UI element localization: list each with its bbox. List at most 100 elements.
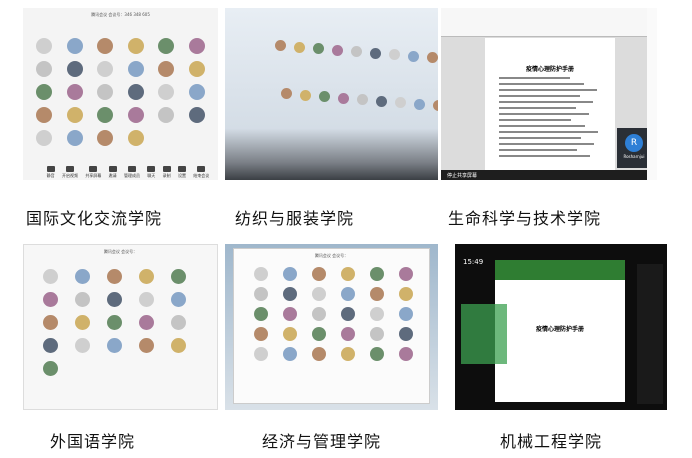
participant-tile[interactable]	[246, 347, 275, 363]
toolbar-label: 聊天	[147, 172, 156, 178]
participant-tile[interactable]	[275, 307, 304, 323]
participant-tile[interactable]	[121, 130, 152, 148]
participant-tile[interactable]	[130, 338, 162, 355]
participant-tile[interactable]	[130, 292, 162, 309]
participant-tile[interactable]	[246, 327, 275, 343]
participant-tile[interactable]	[29, 107, 60, 125]
participant-tile[interactable]	[60, 38, 91, 56]
participant-tile[interactable]	[34, 269, 66, 286]
participant-tile[interactable]	[304, 267, 333, 283]
participant-tile[interactable]	[304, 287, 333, 303]
participant-tile[interactable]	[130, 269, 162, 286]
toolbar-button[interactable]: 录制	[162, 165, 171, 179]
participant-tile[interactable]	[246, 307, 275, 323]
participant-tile[interactable]	[29, 61, 60, 79]
toolbar-button[interactable]: 管理成员	[124, 165, 140, 179]
participant-tile[interactable]	[98, 338, 130, 355]
toolbar-button[interactable]: 结束会议	[193, 165, 209, 179]
participant-tile[interactable]	[363, 307, 392, 323]
participant-tile[interactable]	[275, 267, 304, 283]
participant-tile[interactable]	[246, 267, 275, 283]
toolbar-button[interactable]: 静音	[46, 165, 55, 179]
participant-tile[interactable]	[182, 38, 213, 56]
participant-tile[interactable]	[182, 84, 213, 102]
participant-tile[interactable]	[34, 338, 66, 355]
participant-tile[interactable]	[363, 267, 392, 283]
participant-tile[interactable]	[66, 269, 98, 286]
participant-tile[interactable]	[29, 84, 60, 102]
participant-tile[interactable]	[90, 107, 121, 125]
participant-tile[interactable]	[34, 361, 66, 378]
participant-tile[interactable]	[333, 267, 362, 283]
participant-tile[interactable]	[121, 107, 152, 125]
participant-tile[interactable]	[392, 327, 421, 343]
participant-tile[interactable]	[34, 315, 66, 332]
participant-tile[interactable]	[182, 107, 213, 125]
participant-avatar	[370, 327, 385, 341]
participant-tile[interactable]	[29, 130, 60, 148]
toolbar-button[interactable]: 开启视频	[62, 165, 78, 179]
participant-tile[interactable]	[66, 315, 98, 332]
participant-tile[interactable]	[29, 38, 60, 56]
participant-tile[interactable]	[333, 347, 362, 363]
participant-tile[interactable]	[98, 269, 130, 286]
participant-tile[interactable]	[392, 347, 421, 363]
participant-tile[interactable]	[246, 287, 275, 303]
participant-tile[interactable]	[90, 130, 121, 148]
participant-tile[interactable]	[333, 287, 362, 303]
participant-tile[interactable]	[60, 107, 91, 125]
participant-avatar	[106, 315, 122, 330]
participant-tile[interactable]	[151, 107, 182, 125]
toolbar-icon	[46, 165, 55, 172]
participant-tile[interactable]	[66, 338, 98, 355]
participant-tile[interactable]	[392, 267, 421, 283]
participant-tile[interactable]	[162, 338, 194, 355]
participant-tile[interactable]	[392, 287, 421, 303]
participant-tile[interactable]	[121, 38, 152, 56]
participant-tile[interactable]	[275, 347, 304, 363]
participant-tile[interactable]	[121, 84, 152, 102]
participant-avatar	[97, 38, 114, 54]
participant-tile[interactable]	[333, 307, 362, 323]
participant-tile[interactable]	[121, 61, 152, 79]
participant-tile[interactable]	[275, 327, 304, 343]
participant-tile[interactable]	[363, 327, 392, 343]
participant-tile[interactable]	[363, 347, 392, 363]
participant-tile[interactable]	[130, 315, 162, 332]
participant-tile[interactable]	[151, 38, 182, 56]
participant-tile[interactable]	[162, 315, 194, 332]
participant-tile[interactable]	[151, 61, 182, 79]
participant-tile[interactable]	[34, 292, 66, 309]
participant-avatar	[311, 307, 326, 321]
participant-tile[interactable]	[363, 287, 392, 303]
participant-tile[interactable]	[392, 307, 421, 323]
participant-tile[interactable]	[182, 61, 213, 79]
participant-tile[interactable]	[90, 61, 121, 79]
participant-tile[interactable]	[90, 38, 121, 56]
toolbar-button[interactable]: 设置	[177, 165, 186, 179]
participant-tile[interactable]	[304, 307, 333, 323]
participant-tile[interactable]	[60, 130, 91, 148]
participant-tile[interactable]	[66, 292, 98, 309]
participant-tile[interactable]	[333, 327, 362, 343]
participant-grid	[29, 38, 212, 148]
participant-avatar	[97, 107, 114, 123]
participant-tile[interactable]	[304, 327, 333, 343]
participant-tile[interactable]	[304, 347, 333, 363]
toolbar-button[interactable]: 聊天	[147, 165, 156, 179]
participant-tile[interactable]	[60, 61, 91, 79]
participant-avatar	[253, 327, 268, 341]
participant-tile[interactable]	[162, 269, 194, 286]
toolbar-label: 静音	[46, 172, 55, 178]
participant-avatar	[158, 61, 175, 77]
participant-tile[interactable]	[60, 84, 91, 102]
participant-tile[interactable]	[90, 84, 121, 102]
stop-share-text[interactable]: 停止共享屏幕	[447, 172, 477, 179]
participant-tile[interactable]	[98, 315, 130, 332]
participant-tile[interactable]	[162, 292, 194, 309]
participant-tile[interactable]	[151, 84, 182, 102]
toolbar-button[interactable]: 邀请	[108, 165, 117, 179]
toolbar-button[interactable]: 共享屏幕	[85, 165, 101, 179]
participant-tile[interactable]	[98, 292, 130, 309]
participant-tile[interactable]	[275, 287, 304, 303]
